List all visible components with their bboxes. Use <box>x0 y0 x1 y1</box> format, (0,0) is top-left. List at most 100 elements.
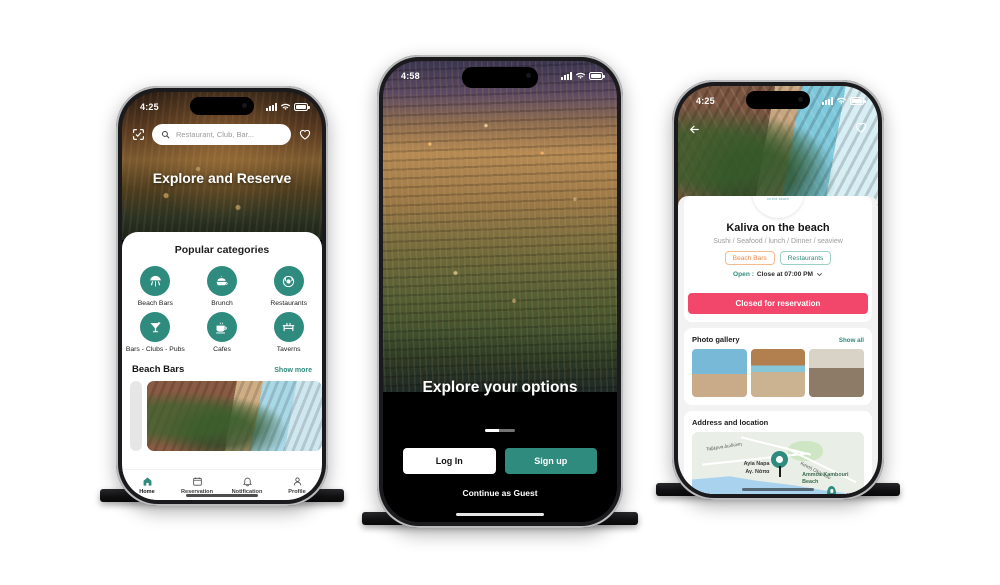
category-restaurants[interactable]: Restaurants <box>255 266 322 308</box>
battery-icon <box>294 103 310 111</box>
address-location-card: Address and location Ταβέρνα Δωδώνη Ayia… <box>684 411 872 494</box>
home-icon <box>143 476 151 486</box>
show-more-link[interactable]: Show more <box>274 367 312 374</box>
signup-button[interactable]: Sign up <box>504 448 597 474</box>
venue-subtitle: Sushi / Seafood / lunch / Dinner / seavi… <box>713 238 843 245</box>
calendar-icon <box>192 476 202 486</box>
category-beach-bars[interactable]: Beach Bars <box>122 266 189 308</box>
page-indicator[interactable] <box>485 429 515 432</box>
battery-icon <box>850 97 866 105</box>
signal-bars-icon <box>561 72 572 80</box>
status-time: 4:58 <box>401 71 420 81</box>
category-bars-clubs-pubs[interactable]: Bars - Clubs - Pubs <box>122 312 189 354</box>
home-indicator <box>742 488 814 491</box>
search-input[interactable]: Restaurant, Club, Bar... <box>152 124 291 145</box>
back-arrow-icon[interactable] <box>688 123 701 141</box>
screen-home: 4:25 Restaurant, Club, Bar... Explore an… <box>122 92 322 500</box>
coffee-cup-icon <box>206 312 237 343</box>
opening-hours-row[interactable]: Open : Close at 07:00 PM <box>692 271 864 278</box>
login-button[interactable]: Log In <box>403 448 496 474</box>
categories-grid: Beach Bars Brunch Restaurants Bars - Clu… <box>122 266 322 355</box>
scan-check-icon[interactable] <box>132 128 145 141</box>
cocktail-glass-icon <box>140 312 171 343</box>
screen-welcome: 4:58 Explore your options Log In Sign up… <box>383 61 617 522</box>
auth-button-row: Log In Sign up <box>403 448 597 474</box>
wifi-icon <box>280 103 291 110</box>
phone-detail: 4:25 kaliva on the beach Kaliva on the b… <box>672 80 884 500</box>
gallery-thumb[interactable] <box>750 349 806 397</box>
venue-info-card: kaliva on the beach Kaliva on the beach … <box>684 196 872 322</box>
signal-bars-icon <box>266 103 277 111</box>
venue-detail-body: kaliva on the beach Kaliva on the beach … <box>678 196 878 494</box>
hero-title: Explore and Reserve <box>152 170 292 186</box>
welcome-title: Explore your options <box>422 379 578 396</box>
category-label: Cafes <box>213 346 231 354</box>
search-row: Restaurant, Club, Bar... <box>132 124 312 145</box>
beach-umbrella-icon <box>140 266 171 296</box>
map-label: Ammos Kambouri Beach <box>802 472 849 486</box>
tag-restaurants[interactable]: Restaurants <box>779 251 832 265</box>
close-time: Close at 07:00 PM <box>756 271 813 278</box>
gallery-thumbnails <box>684 344 872 405</box>
gallery-thumb[interactable] <box>692 349 747 397</box>
venue-name: Kaliva on the beach <box>726 222 830 234</box>
gallery-show-all-link[interactable]: Show all <box>839 337 864 344</box>
category-label: Bars - Clubs - Pubs <box>125 346 185 354</box>
address-title: Address and location <box>692 418 769 427</box>
wifi-icon <box>836 97 847 104</box>
heart-icon[interactable] <box>298 128 312 141</box>
dynamic-island <box>462 67 538 88</box>
map-pin-secondary-icon[interactable] <box>827 486 837 494</box>
continue-as-guest-link[interactable]: Continue as Guest <box>383 488 617 498</box>
section-header-beach-bars: Beach Bars Show more <box>122 364 322 375</box>
section-title: Beach Bars <box>132 363 185 375</box>
venue-card-image[interactable] <box>147 380 322 451</box>
category-label: Taverns <box>276 346 301 354</box>
signal-bars-icon <box>822 97 833 105</box>
category-taverns[interactable]: Taverns <box>255 312 322 354</box>
plate-cutlery-icon <box>273 266 304 296</box>
map-pin-icon[interactable] <box>771 450 789 468</box>
chevron-down-icon <box>817 273 822 277</box>
category-label: Beach Bars <box>137 300 173 307</box>
search-icon <box>162 131 170 139</box>
gallery-header: Photo gallery Show all <box>684 328 872 344</box>
content-sheet: Popular categories Beach Bars Brunch Res… <box>122 232 322 500</box>
reservation-status-button[interactable]: Closed for reservation <box>688 293 868 314</box>
dynamic-island <box>190 97 254 115</box>
beach-bars-carousel[interactable] <box>122 380 322 451</box>
map-label: Ταβέρνα Δωδώνη <box>705 440 742 452</box>
location-map[interactable]: Ταβέρνα Δωδώνη Ayia Napa Αγ. Νάπα Κατσή … <box>692 432 864 494</box>
bell-icon <box>242 477 252 486</box>
screen-detail: 4:25 kaliva on the beach Kaliva on the b… <box>678 86 878 494</box>
tab-home[interactable]: Home <box>122 470 172 500</box>
open-status: Open : <box>733 271 754 278</box>
heart-icon[interactable] <box>854 121 868 139</box>
teapot-icon <box>206 266 237 296</box>
photo-gallery-card: Photo gallery Show all <box>684 328 872 405</box>
battery-icon <box>589 72 605 80</box>
carousel-peek-card <box>130 380 142 451</box>
tab-profile[interactable]: Profile <box>272 470 322 500</box>
tab-label: Home <box>139 488 155 495</box>
popular-categories-title: Popular categories <box>174 244 270 256</box>
dynamic-island <box>746 91 810 109</box>
search-placeholder: Restaurant, Club, Bar... <box>176 130 254 139</box>
category-brunch[interactable]: Brunch <box>189 266 256 308</box>
map-label: Αγ. Νάπα <box>745 469 770 476</box>
category-cafes[interactable]: Cafes <box>189 312 256 354</box>
home-indicator <box>456 512 544 516</box>
venue-logo-subtext: on the beach <box>766 197 790 202</box>
tavern-table-icon <box>273 312 304 343</box>
home-indicator <box>186 494 258 497</box>
wifi-icon <box>575 72 586 79</box>
status-time: 4:25 <box>696 96 715 106</box>
gallery-thumb[interactable] <box>809 349 865 397</box>
status-time: 4:25 <box>140 102 159 112</box>
phone-home: 4:25 Restaurant, Club, Bar... Explore an… <box>116 86 328 506</box>
category-label: Restaurants <box>270 300 307 307</box>
gallery-title: Photo gallery <box>692 335 740 344</box>
tag-beach-bars[interactable]: Beach Bars <box>724 251 775 265</box>
venue-tags: Beach Bars Restaurants <box>692 251 864 265</box>
tab-label: Profile <box>288 488 306 495</box>
